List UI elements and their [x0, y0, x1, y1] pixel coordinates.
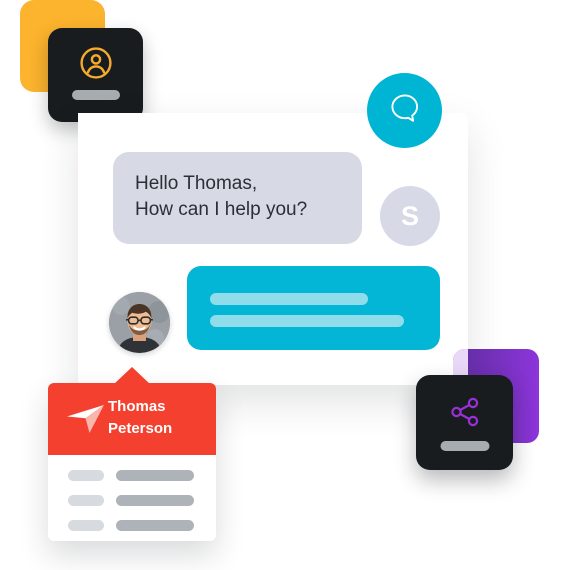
row-value-placeholder: [116, 470, 194, 481]
row-label-placeholder: [68, 495, 104, 506]
share-card[interactable]: [416, 375, 513, 470]
incoming-message-line-2: How can I help you?: [135, 199, 308, 220]
outgoing-message-bubble: [187, 266, 440, 350]
notification-row: [48, 463, 216, 488]
notification-row: [48, 488, 216, 513]
notification-name-line-1: Thomas: [108, 398, 166, 415]
outgoing-placeholder-line-2: [210, 315, 404, 327]
user-avatar-photo: [109, 292, 170, 353]
row-value-placeholder: [116, 520, 194, 531]
incoming-message-line-1: Hello Thomas,: [135, 173, 258, 194]
share-nodes-icon: [448, 395, 482, 429]
notification-name-line-2: Peterson: [108, 420, 173, 437]
chat-badge-button[interactable]: [367, 73, 442, 148]
row-label-placeholder: [68, 470, 104, 481]
notification-rows: [48, 463, 216, 538]
profile-card-placeholder-bar: [71, 90, 120, 100]
illustration-canvas: Hello Thomas, How can I help you? S Thom…: [0, 0, 561, 570]
incoming-message-bubble: Hello Thomas, How can I help you?: [113, 152, 362, 244]
chat-bubble-icon: [385, 88, 425, 133]
notification-row: [48, 513, 216, 538]
agent-avatar-initial: S: [380, 186, 440, 246]
row-label-placeholder: [68, 520, 104, 531]
outgoing-placeholder-line-1: [210, 293, 368, 305]
user-circle-icon: [79, 46, 113, 80]
profile-card[interactable]: [48, 28, 143, 122]
share-card-placeholder-bar: [440, 441, 489, 451]
notification-header: Thomas Peterson: [48, 383, 216, 455]
paper-plane-icon: [64, 403, 108, 437]
notification-title: Thomas Peterson: [108, 396, 172, 440]
row-value-placeholder: [116, 495, 194, 506]
